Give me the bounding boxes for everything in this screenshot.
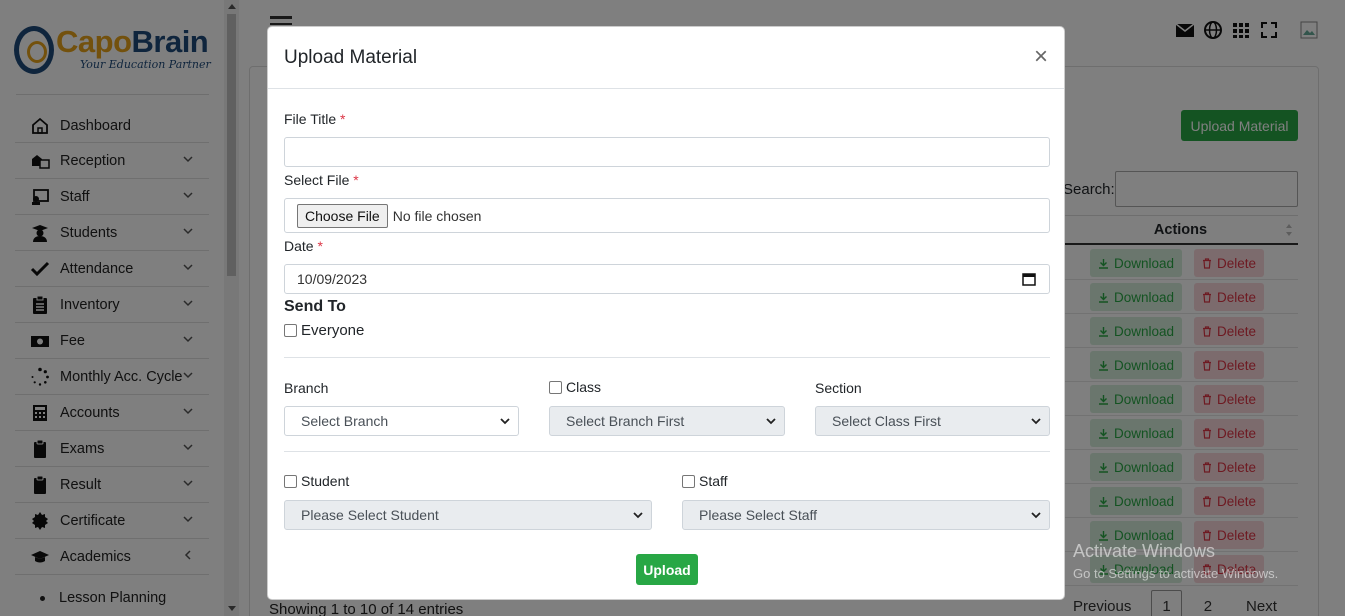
date-input[interactable]: 10/09/2023 [284, 264, 1050, 294]
divider [284, 451, 1050, 452]
class-checkbox[interactable] [549, 380, 562, 394]
select-file-label-text: Select File [284, 172, 350, 188]
class-label: Class [566, 379, 602, 395]
everyone-checkbox[interactable] [284, 324, 297, 337]
file-title-label: File Title * [284, 111, 345, 127]
file-title-label-text: File Title [284, 111, 337, 127]
app: CapoBrain Your Education Partner Dashboa… [0, 0, 1345, 616]
no-file-text: No file chosen [392, 207, 482, 224]
windows-watermark-title: Activate Windows [1073, 541, 1216, 561]
calendar-icon[interactable] [1022, 272, 1036, 286]
staff-checkbox-row[interactable]: Staff [682, 473, 728, 489]
staff-checkbox[interactable] [682, 474, 695, 488]
staff-select[interactable]: Please Select Staff [682, 500, 1050, 530]
class-select[interactable]: Select Branch First [549, 406, 785, 436]
date-label: Date * [284, 238, 323, 254]
section-label: Section [815, 380, 862, 396]
close-icon[interactable]: × [1034, 45, 1048, 69]
section-select[interactable]: Select Class First [815, 406, 1050, 436]
section-select-value: Select Class First [832, 413, 941, 429]
chevron-down-icon [1031, 512, 1041, 519]
modal-title: Upload Material [284, 46, 418, 68]
student-select-value: Please Select Student [301, 507, 439, 523]
select-file-label: Select File * [284, 172, 359, 188]
student-select[interactable]: Please Select Student [284, 500, 652, 530]
branch-select[interactable]: Select Branch [284, 406, 519, 436]
student-checkbox-row[interactable]: Student [284, 473, 349, 489]
staff-select-value: Please Select Staff [699, 507, 818, 523]
send-to-heading: Send To [284, 298, 346, 315]
chevron-down-icon [633, 512, 643, 519]
divider [284, 357, 1050, 358]
required-mark: * [317, 238, 323, 254]
upload-material-modal: Upload Material × File Title * Select Fi… [267, 26, 1065, 600]
modal-header: Upload Material [268, 27, 1064, 89]
class-select-value: Select Branch First [566, 413, 685, 429]
everyone-checkbox-row[interactable]: Everyone [284, 322, 364, 339]
upload-button[interactable]: Upload [636, 554, 698, 585]
branch-select-value: Select Branch [301, 413, 389, 429]
file-title-input[interactable] [284, 137, 1050, 167]
student-checkbox[interactable] [284, 474, 297, 488]
chevron-down-icon [1031, 418, 1041, 425]
chevron-down-icon [766, 418, 776, 425]
chevron-down-icon [500, 418, 510, 425]
choose-file-button[interactable]: Choose File [297, 203, 388, 228]
staff-label: Staff [699, 473, 728, 489]
class-checkbox-row[interactable]: Class [549, 379, 601, 395]
student-label: Student [301, 473, 350, 489]
required-mark: * [353, 172, 359, 188]
date-value: 10/09/2023 [297, 271, 368, 287]
windows-watermark-subtitle: Go to Settings to activate Windows. [1073, 566, 1279, 581]
required-mark: * [340, 111, 346, 127]
file-input[interactable]: Choose File No file chosen [284, 198, 1050, 233]
everyone-label: Everyone [301, 322, 365, 339]
date-label-text: Date [284, 238, 314, 254]
branch-label: Branch [284, 380, 329, 396]
